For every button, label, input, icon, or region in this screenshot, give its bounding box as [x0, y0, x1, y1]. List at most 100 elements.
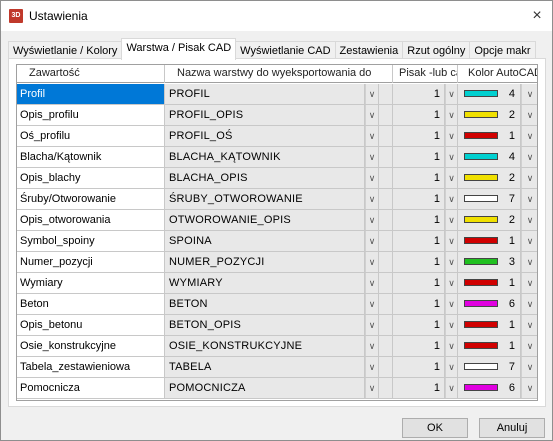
chevron-down-icon[interactable]: ∨ — [445, 378, 458, 398]
color-field[interactable]: 1 — [458, 126, 521, 146]
chevron-down-icon[interactable]: ∨ — [445, 126, 458, 146]
color-field[interactable]: 4 — [458, 147, 521, 167]
layer-name-field[interactable]: BETON — [165, 294, 365, 314]
cancel-button[interactable]: Anuluj — [479, 418, 545, 438]
chevron-down-icon[interactable]: ∨ — [521, 378, 537, 398]
chevron-down-icon[interactable]: ∨ — [521, 252, 537, 272]
color-field[interactable]: 1 — [458, 273, 521, 293]
color-field[interactable]: 2 — [458, 105, 521, 125]
header-content[interactable]: Zawartość — [17, 65, 165, 83]
color-field[interactable]: 3 — [458, 252, 521, 272]
content-cell[interactable]: Opis_otworowania — [17, 210, 165, 230]
chevron-down-icon[interactable]: ∨ — [521, 336, 537, 356]
chevron-down-icon[interactable]: ∨ — [365, 252, 379, 272]
chevron-down-icon[interactable]: ∨ — [521, 273, 537, 293]
layer-name-field[interactable]: NUMER_POZYCJI — [165, 252, 365, 272]
table-row[interactable]: Tabela_zestawieniowa TABELA ∨ 1 ∨ 7 ∨ — [17, 357, 537, 378]
chevron-down-icon[interactable]: ∨ — [445, 315, 458, 335]
table-row[interactable]: Opis_otworowania OTWOROWANIE_OPIS ∨ 1 ∨ 2 ∨ — [17, 210, 537, 231]
chevron-down-icon[interactable]: ∨ — [365, 315, 379, 335]
chevron-down-icon[interactable]: ∨ — [521, 210, 537, 230]
color-field[interactable]: 2 — [458, 168, 521, 188]
layer-name-field[interactable]: PROFIL_OPIS — [165, 105, 365, 125]
color-field[interactable]: 4 — [458, 84, 521, 104]
content-cell[interactable]: Oś_profilu — [17, 126, 165, 146]
chevron-down-icon[interactable]: ∨ — [365, 378, 379, 398]
chevron-down-icon[interactable]: ∨ — [445, 231, 458, 251]
color-field[interactable]: 1 — [458, 315, 521, 335]
pen-field[interactable]: 1 — [393, 336, 445, 356]
tab-2[interactable]: Warstwa / Pisak CAD — [121, 38, 237, 60]
chevron-down-icon[interactable]: ∨ — [445, 294, 458, 314]
table-row[interactable]: Blacha/Kątownik BLACHA_KĄTOWNIK ∨ 1 ∨ 4 ∨ — [17, 147, 537, 168]
chevron-down-icon[interactable]: ∨ — [445, 357, 458, 377]
chevron-down-icon[interactable]: ∨ — [365, 189, 379, 209]
color-field[interactable]: 2 — [458, 210, 521, 230]
table-row[interactable]: Pomocnicza POMOCNICZA ∨ 1 ∨ 6 ∨ — [17, 378, 537, 399]
content-cell[interactable]: Wymiary — [17, 273, 165, 293]
chevron-down-icon[interactable]: ∨ — [445, 273, 458, 293]
pen-field[interactable]: 1 — [393, 315, 445, 335]
layer-name-field[interactable]: POMOCNICZA — [165, 378, 365, 398]
pen-field[interactable]: 1 — [393, 168, 445, 188]
chevron-down-icon[interactable]: ∨ — [365, 336, 379, 356]
table-row[interactable]: Beton BETON ∨ 1 ∨ 6 ∨ — [17, 294, 537, 315]
table-row[interactable]: Numer_pozycji NUMER_POZYCJI ∨ 1 ∨ 3 ∨ — [17, 252, 537, 273]
chevron-down-icon[interactable]: ∨ — [521, 231, 537, 251]
chevron-down-icon[interactable]: ∨ — [365, 147, 379, 167]
chevron-down-icon[interactable]: ∨ — [365, 168, 379, 188]
content-cell[interactable]: Blacha/Kątownik — [17, 147, 165, 167]
chevron-down-icon[interactable]: ∨ — [521, 147, 537, 167]
chevron-down-icon[interactable]: ∨ — [521, 168, 537, 188]
table-row[interactable]: Profil PROFIL ∨ 1 ∨ 4 ∨ — [17, 84, 537, 105]
chevron-down-icon[interactable]: ∨ — [365, 294, 379, 314]
color-field[interactable]: 1 — [458, 336, 521, 356]
pen-field[interactable]: 1 — [393, 189, 445, 209]
layer-name-field[interactable]: BETON_OPIS — [165, 315, 365, 335]
table-row[interactable]: Oś_profilu PROFIL_OŚ ∨ 1 ∨ 1 ∨ — [17, 126, 537, 147]
table-row[interactable]: Opis_betonu BETON_OPIS ∨ 1 ∨ 1 ∨ — [17, 315, 537, 336]
title-bar[interactable]: 3D Ustawienia × — [1, 1, 552, 31]
layer-name-field[interactable]: OSIE_KONSTRUKCYJNE — [165, 336, 365, 356]
layer-name-field[interactable]: OTWOROWANIE_OPIS — [165, 210, 365, 230]
chevron-down-icon[interactable]: ∨ — [521, 294, 537, 314]
chevron-down-icon[interactable]: ∨ — [445, 210, 458, 230]
pen-field[interactable]: 1 — [393, 147, 445, 167]
chevron-down-icon[interactable]: ∨ — [365, 273, 379, 293]
chevron-down-icon[interactable]: ∨ — [365, 357, 379, 377]
layer-name-field[interactable]: PROFIL — [165, 84, 365, 104]
header-layer-name[interactable]: Nazwa warstwy do wyeksportowania do — [165, 65, 393, 83]
header-autocad-color[interactable]: Kolor AutoCAD — [458, 65, 537, 83]
color-field[interactable]: 7 — [458, 189, 521, 209]
pen-field[interactable]: 1 — [393, 231, 445, 251]
pen-field[interactable]: 1 — [393, 105, 445, 125]
color-field[interactable]: 1 — [458, 231, 521, 251]
layer-name-field[interactable]: BLACHA_OPIS — [165, 168, 365, 188]
chevron-down-icon[interactable]: ∨ — [445, 105, 458, 125]
chevron-down-icon[interactable]: ∨ — [445, 84, 458, 104]
content-cell[interactable]: Symbol_spoiny — [17, 231, 165, 251]
chevron-down-icon[interactable]: ∨ — [365, 231, 379, 251]
content-cell[interactable]: Tabela_zestawieniowa — [17, 357, 165, 377]
chevron-down-icon[interactable]: ∨ — [445, 189, 458, 209]
pen-field[interactable]: 1 — [393, 357, 445, 377]
layer-name-field[interactable]: BLACHA_KĄTOWNIK — [165, 147, 365, 167]
chevron-down-icon[interactable]: ∨ — [445, 147, 458, 167]
pen-field[interactable]: 1 — [393, 210, 445, 230]
layer-name-field[interactable]: SPOINA — [165, 231, 365, 251]
pen-field[interactable]: 1 — [393, 294, 445, 314]
table-row[interactable]: Symbol_spoiny SPOINA ∨ 1 ∨ 1 ∨ — [17, 231, 537, 252]
table-row[interactable]: Opis_profilu PROFIL_OPIS ∨ 1 ∨ 2 ∨ — [17, 105, 537, 126]
layer-name-field[interactable]: WYMIARY — [165, 273, 365, 293]
chevron-down-icon[interactable]: ∨ — [521, 105, 537, 125]
chevron-down-icon[interactable]: ∨ — [365, 84, 379, 104]
chevron-down-icon[interactable]: ∨ — [521, 84, 537, 104]
chevron-down-icon[interactable]: ∨ — [521, 189, 537, 209]
pen-field[interactable]: 1 — [393, 378, 445, 398]
chevron-down-icon[interactable]: ∨ — [521, 315, 537, 335]
content-cell[interactable]: Opis_profilu — [17, 105, 165, 125]
table-row[interactable]: Wymiary WYMIARY ∨ 1 ∨ 1 ∨ — [17, 273, 537, 294]
content-cell[interactable]: Opis_betonu — [17, 315, 165, 335]
content-cell[interactable]: Osie_konstrukcyjne — [17, 336, 165, 356]
layer-name-field[interactable]: PROFIL_OŚ — [165, 126, 365, 146]
